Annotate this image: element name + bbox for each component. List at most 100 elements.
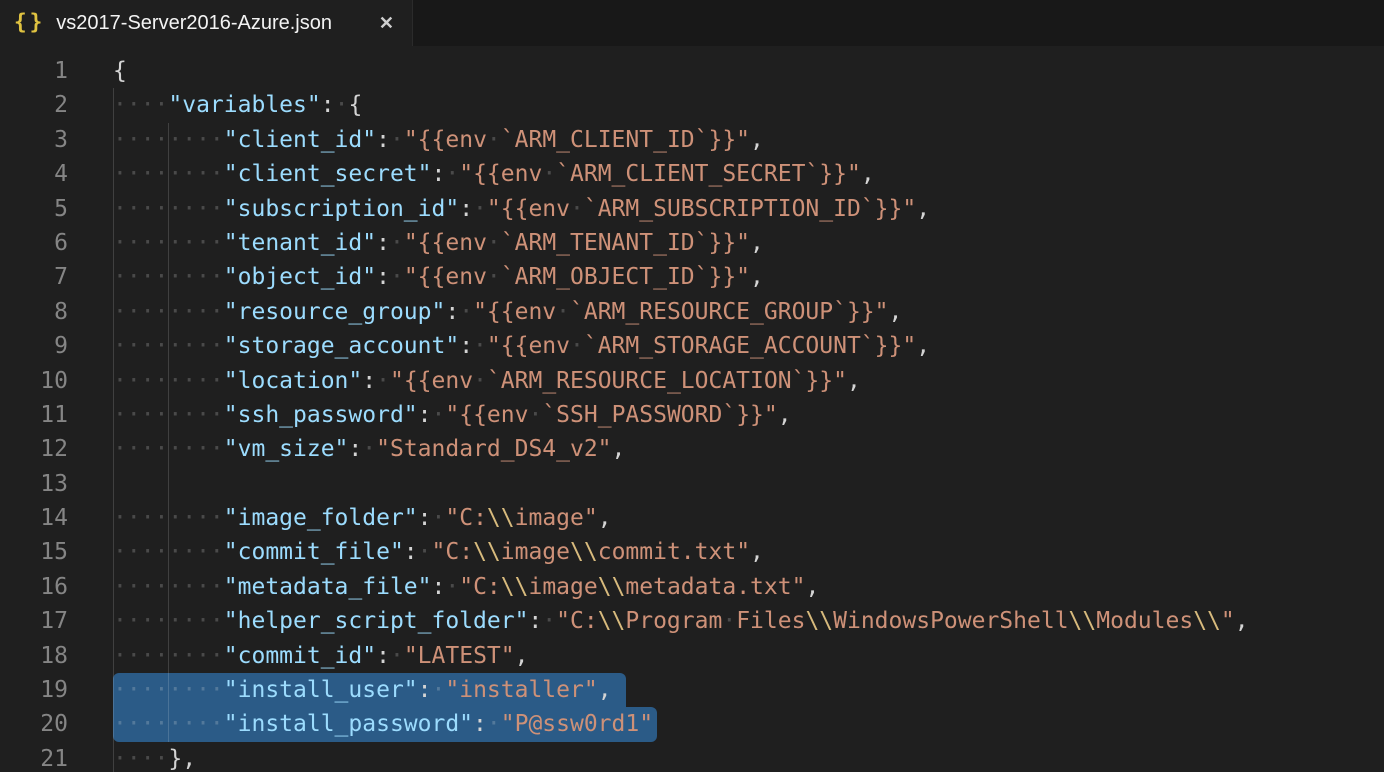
line-number[interactable]: 14	[0, 501, 68, 535]
tab-close-icon[interactable]: ✕	[377, 13, 396, 34]
code-line[interactable]: 17········"helper_script_folder":·"C:\\P…	[0, 604, 1384, 638]
line-number[interactable]: 15	[0, 535, 68, 569]
line-number[interactable]: 5	[0, 192, 68, 226]
token: `ARM_RESOURCE_GROUP`}}"	[570, 299, 889, 325]
code-text: ····},	[113, 742, 196, 772]
token: \\	[487, 505, 515, 531]
line-number[interactable]: 18	[0, 639, 68, 673]
token: "{{env	[445, 402, 528, 428]
token: \\	[598, 608, 626, 634]
token: `ARM_STORAGE_ACCOUNT`}}"	[584, 333, 916, 359]
token: "storage_account"	[224, 333, 459, 359]
whitespace-dots: ·	[335, 92, 349, 118]
whitespace-dots: ········	[113, 539, 224, 565]
line-number[interactable]: 21	[0, 742, 68, 772]
token: ,	[847, 368, 861, 394]
code-line[interactable]: 12········"vm_size":·"Standard_DS4_v2",	[0, 432, 1384, 466]
token: \\	[598, 574, 626, 600]
code-text: ········"vm_size":·"Standard_DS4_v2",	[113, 432, 625, 466]
code-line[interactable]: 9 ········"storage_account":·"{{env·`ARM_…	[0, 329, 1384, 363]
editor[interactable]: 1{2····"variables":·{3········"client_id…	[0, 46, 1384, 772]
line-number[interactable]: 6	[0, 226, 68, 260]
tab-active-file[interactable]: {} vs2017-Server2016-Azure.json ✕	[0, 0, 413, 46]
whitespace-dots: ·	[445, 161, 459, 187]
whitespace-dots: ·	[362, 436, 376, 462]
line-number[interactable]: 20	[0, 707, 68, 741]
token: "{{env	[404, 127, 487, 153]
token: Modules	[1096, 608, 1193, 634]
code-line[interactable]: 20 ········"install_password":·"P@ssw0rd1…	[0, 707, 1384, 741]
whitespace-dots: ·	[390, 264, 404, 290]
line-number[interactable]: 11	[0, 398, 68, 432]
token: "install_password"	[224, 711, 473, 737]
token: `ARM_RESOURCE_LOCATION`}}"	[487, 368, 847, 394]
code-line[interactable]: 5········"subscription_id":·"{{env·`ARM_…	[0, 192, 1384, 226]
code-line[interactable]: 14 ········"image_folder":·"C:\\image",	[0, 501, 1384, 535]
code-text: ········"image_folder":·"C:\\image",	[113, 501, 612, 535]
token: ,	[612, 436, 626, 462]
line-number[interactable]: 8	[0, 295, 68, 329]
whitespace-dots: ·	[487, 264, 501, 290]
code-line[interactable]: 6········"tenant_id":·"{{env·`ARM_TENANT…	[0, 226, 1384, 260]
line-number[interactable]: 10	[0, 364, 68, 398]
token: "vm_size"	[224, 436, 349, 462]
code-text: ········"storage_account":·"{{env·`ARM_S…	[113, 329, 930, 363]
token: ,	[861, 161, 875, 187]
line-number[interactable]: 7	[0, 260, 68, 294]
code-line[interactable]: 7········"object_id":·"{{env·`ARM_OBJECT…	[0, 260, 1384, 294]
line-number[interactable]: 13	[0, 467, 68, 501]
token: :	[376, 264, 390, 290]
code-line[interactable]: 16········"metadata_file":·"C:\\image\\m…	[0, 570, 1384, 604]
code-line[interactable]: 8········"resource_group":·"{{env·`ARM_R…	[0, 295, 1384, 329]
tab-bar: {} vs2017-Server2016-Azure.json ✕	[0, 0, 1384, 46]
line-number[interactable]: 17	[0, 604, 68, 638]
line-number[interactable]: 1	[0, 54, 68, 88]
line-number[interactable]: 9	[0, 329, 68, 363]
line-number[interactable]: 16	[0, 570, 68, 604]
token: image	[501, 539, 570, 565]
token: Program	[625, 608, 722, 634]
line-number[interactable]: 12	[0, 432, 68, 466]
token: "{{env	[404, 230, 487, 256]
vscode-window: {} vs2017-Server2016-Azure.json ✕ 1{2···…	[0, 0, 1384, 772]
code-text: ········"install_user":·"installer",	[113, 673, 612, 707]
code-text: ········"install_password":·"P@ssw0rd1"	[113, 707, 653, 741]
token: :	[348, 436, 362, 462]
code-line[interactable]: 10 ········"location":·"{{env·`ARM_RESOUR…	[0, 364, 1384, 398]
code-line[interactable]: 19 ········"install_user":·"installer",	[0, 673, 1384, 707]
code-text: ········"object_id":·"{{env·`ARM_OBJECT_…	[113, 260, 764, 294]
code-line[interactable]: 11········"ssh_password":·"{{env·`SSH_PA…	[0, 398, 1384, 432]
whitespace-dots: ·	[390, 127, 404, 153]
line-number[interactable]: 19	[0, 673, 68, 707]
token: \\	[1193, 608, 1221, 634]
code-line[interactable]: 4 ········"client_secret":·"{{env·`ARM_CL…	[0, 157, 1384, 191]
whitespace-dots: ·	[473, 368, 487, 394]
token: "commit_file"	[224, 539, 404, 565]
whitespace-dots: ········	[113, 643, 224, 669]
code-line[interactable]: 2····"variables":·{	[0, 88, 1384, 122]
line-number[interactable]: 4	[0, 157, 68, 191]
whitespace-dots: ········	[113, 711, 224, 737]
token: ,	[916, 333, 930, 359]
code-line[interactable]: 18········"commit_id":·"LATEST",	[0, 639, 1384, 673]
whitespace-dots: ·	[487, 127, 501, 153]
code-line[interactable]: 21 ····},	[0, 742, 1384, 772]
token: {	[348, 92, 362, 118]
token: `ARM_CLIENT_ID`}}"	[501, 127, 750, 153]
code-line[interactable]: 13	[0, 467, 1384, 501]
code-line[interactable]: 15········"commit_file":·"C:\\image\\com…	[0, 535, 1384, 569]
whitespace-dots: ········	[113, 368, 224, 394]
line-number[interactable]: 3	[0, 123, 68, 157]
token: ,	[515, 643, 529, 669]
line-number[interactable]: 2	[0, 88, 68, 122]
code-line[interactable]: 1{	[0, 54, 1384, 88]
whitespace-dots: ·	[473, 196, 487, 222]
token: :	[376, 643, 390, 669]
token: "P@ssw0rd1"	[501, 711, 653, 737]
code-text: ········"client_secret":·"{{env·`ARM_CLI…	[113, 157, 875, 191]
editor-lines: 1{2····"variables":·{3········"client_id…	[0, 46, 1384, 772]
code-line[interactable]: 3········"client_id":·"{{env·`ARM_CLIENT…	[0, 123, 1384, 157]
token: ,	[778, 402, 792, 428]
code-text: ········"location":·"{{env·`ARM_RESOURCE…	[113, 364, 861, 398]
whitespace-dots: ········	[113, 264, 224, 290]
